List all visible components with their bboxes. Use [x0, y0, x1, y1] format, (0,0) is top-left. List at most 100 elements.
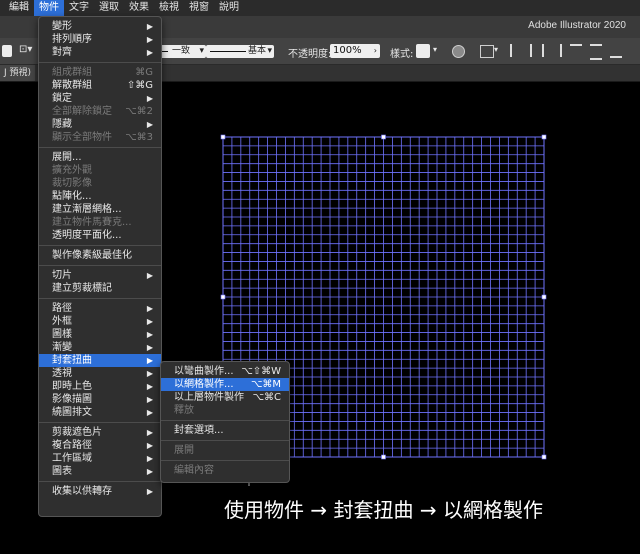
object_menu-item[interactable]: 切片 ▶ [39, 269, 161, 282]
menu-item-label: 封套選項... [174, 425, 224, 436]
recolor-icon[interactable] [452, 45, 465, 58]
align-bottom-icon[interactable] [610, 44, 622, 58]
object_menu-item: 全部解除鎖定 ⌥⌘2 [39, 105, 161, 118]
submenu-arrow-icon: ▶ [146, 408, 153, 417]
object_menu-item[interactable]: 剪裁遮色片 ▶ [39, 426, 161, 439]
menu-item-label: 工作區域 [52, 453, 92, 464]
selection-handle[interactable] [381, 134, 386, 140]
selection-handle[interactable] [220, 294, 226, 300]
submenu-arrow-icon: ▶ [146, 395, 153, 404]
object_menu-item: 擴充外觀 [39, 164, 161, 177]
object_menu-item[interactable]: 路徑 ▶ [39, 302, 161, 315]
menu-item-label: 鎖定 [52, 93, 72, 104]
menu-select[interactable]: 選取 [94, 0, 124, 16]
style-label: 樣式: [390, 49, 414, 60]
object_menu-item[interactable]: 圖樣 ▶ [39, 328, 161, 341]
menu-item-label: 點陣化... [52, 191, 92, 202]
document-tab[interactable]: J 預視) [0, 65, 36, 81]
align-center-icon[interactable] [530, 44, 544, 57]
brush-dropdown[interactable]: 基本 ▾ [206, 45, 274, 58]
object_menu-item[interactable]: 排列順序 ▶ [39, 33, 161, 46]
menu-separator [39, 481, 161, 482]
object_menu-item[interactable]: 透視 ▶ [39, 367, 161, 380]
align-left-icon[interactable] [510, 44, 522, 57]
menu-item-label: 路徑 [52, 303, 72, 314]
chevron-down-icon: ▾ [267, 46, 272, 56]
menu-separator [39, 298, 161, 299]
envelope_submenu-item[interactable]: 封套選項... [161, 424, 289, 437]
object_menu-item[interactable]: 隱藏 ▶ [39, 118, 161, 131]
selection-handle[interactable] [541, 134, 547, 140]
selection-handle[interactable] [541, 454, 547, 460]
menu-help[interactable]: 說明 [214, 0, 244, 16]
menu-item-label: 顯示全部物件 [52, 132, 112, 143]
menu-view[interactable]: 檢視 [154, 0, 184, 16]
submenu-arrow-icon: ▶ [146, 369, 153, 378]
style-swatch[interactable] [416, 44, 430, 58]
menu-item-label: 全部解除鎖定 [52, 106, 112, 117]
object_menu-item[interactable]: 建立漸層網格... [39, 203, 161, 216]
menu-edit[interactable]: 編輯 [4, 0, 34, 16]
menu-item-label: 建立物件馬賽克... [52, 217, 132, 228]
menu-item-label: 對齊 [52, 47, 72, 58]
submenu-arrow-icon: ▶ [146, 35, 153, 44]
menu-item-shortcut: ⌥⌘2 [125, 106, 153, 117]
stroke-dropdown-icon[interactable]: ⊡▾ [19, 44, 32, 55]
object_menu-item[interactable]: 即時上色 ▶ [39, 380, 161, 393]
object_menu-item[interactable]: 外框 ▶ [39, 315, 161, 328]
envelope_submenu-item[interactable]: 以彎曲製作... ⌥⇧⌘W [161, 365, 289, 378]
object_menu-item[interactable]: 漸變 ▶ [39, 341, 161, 354]
object_menu-item[interactable]: 圖表 ▶ [39, 465, 161, 478]
object_menu-item[interactable]: 建立剪裁標記 [39, 282, 161, 295]
opacity-value: 100% [333, 45, 362, 56]
menu-separator [161, 420, 289, 421]
object_menu-item[interactable]: 解散群組 ⇧⌘G [39, 79, 161, 92]
selection-handle[interactable] [541, 294, 547, 300]
stroke-style-dropdown[interactable]: 一致 ▾ [160, 45, 206, 58]
menu-item-label: 外框 [52, 316, 72, 327]
menu-item-label: 即時上色 [52, 381, 92, 392]
submenu-arrow-icon: ▶ [146, 382, 153, 391]
selection-handle[interactable] [220, 134, 226, 140]
fill-swatch[interactable] [2, 45, 12, 57]
align-right-icon[interactable] [550, 44, 562, 57]
object-menu: 變形 ▶ 排列順序 ▶ 對齊 ▶ 組成群組 ⌘G 解散群組 ⇧⌘G 鎖定 ▶ 全部解除鎖定 ⌥⌘2 隱藏 ▶ 顯… [38, 16, 162, 517]
object_menu-item[interactable]: 鎖定 ▶ [39, 92, 161, 105]
menu-window[interactable]: 視窗 [184, 0, 214, 16]
object_menu-item[interactable]: 封套扭曲 ▶ [39, 354, 161, 367]
envelope_submenu-item[interactable]: 以上層物件製作 ⌥⌘C [161, 391, 289, 404]
envelope_submenu-item[interactable]: 以網格製作... ⌥⌘M [161, 378, 289, 391]
object_menu-item[interactable]: 點陣化... [39, 190, 161, 203]
object_menu-item[interactable]: 影像描圖 ▶ [39, 393, 161, 406]
menu-item-label: 繞圖排文 [52, 407, 92, 418]
object_menu-item[interactable]: 工作區域 ▶ [39, 452, 161, 465]
object_menu-item[interactable]: 收集以供轉存 ▶ [39, 485, 161, 498]
align-middle-icon[interactable] [590, 44, 602, 60]
chevron-down-icon[interactable]: ▾ [433, 45, 437, 54]
menu-item-label: 組成群組 [52, 67, 92, 78]
object_menu-item[interactable]: 透明度平面化... [39, 229, 161, 242]
menu-type[interactable]: 文字 [64, 0, 94, 16]
submenu-arrow-icon: ▶ [146, 487, 153, 496]
menu-item-label: 複合路徑 [52, 440, 92, 451]
menu-separator [39, 422, 161, 423]
menu-item-label: 展開... [52, 152, 82, 163]
object_menu-item[interactable]: 繞圖排文 ▶ [39, 406, 161, 419]
menu-item-shortcut: ⌥⌘C [252, 392, 281, 403]
chevron-down-icon[interactable]: ▾ [494, 45, 498, 54]
menu-object[interactable]: 物件 [34, 0, 64, 16]
selection-handle[interactable] [381, 454, 386, 460]
caption-text: 使用物件 → 封套扭曲 → 以網格製作 [224, 498, 543, 522]
object_menu-item[interactable]: 複合路徑 ▶ [39, 439, 161, 452]
menu-item-label: 隱藏 [52, 119, 72, 130]
opacity-field[interactable]: 100% › [330, 44, 380, 58]
object_menu-item[interactable]: 展開... [39, 151, 161, 164]
menu-effect[interactable]: 效果 [124, 0, 154, 16]
object_menu-item[interactable]: 變形 ▶ [39, 20, 161, 33]
align-top-icon[interactable] [570, 44, 582, 58]
menu-item-label: 展開 [174, 445, 194, 456]
menu-item-label: 釋放 [174, 405, 194, 416]
object_menu-item[interactable]: 製作像素級最佳化 [39, 249, 161, 262]
object_menu-item[interactable]: 對齊 ▶ [39, 46, 161, 59]
align-object-icon[interactable] [480, 45, 494, 58]
